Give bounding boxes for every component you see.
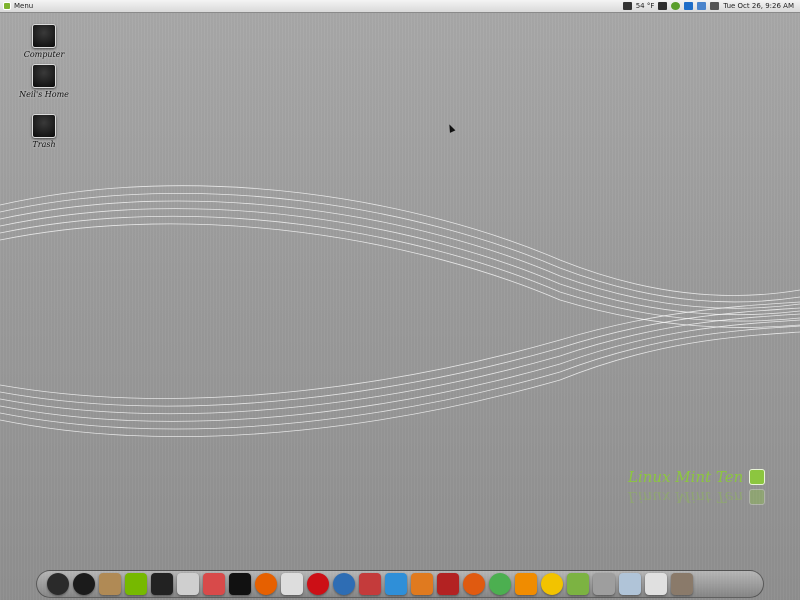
play-icon[interactable] [489,573,511,595]
mint-branding-reflection: Linux Mint Ten [628,488,766,506]
burner-icon[interactable] [463,573,485,595]
dictionary-icon[interactable] [437,573,459,595]
mint-logo-icon [749,469,766,485]
opera-icon[interactable] [307,573,329,595]
mail-icon[interactable] [281,573,303,595]
desktop-icon-home[interactable]: Neil's Home [14,64,74,99]
desktop-icon-label: Trash [32,140,56,149]
nvidia-icon[interactable] [125,573,147,595]
gimp-icon[interactable] [671,573,693,595]
branding-text: Linux Mint Ten [628,468,744,486]
scanner-icon[interactable] [619,573,641,595]
vlc-icon[interactable] [515,573,537,595]
desktop-icon-trash[interactable]: Trash [14,114,74,149]
desktop-icon-label: Neil's Home [19,90,69,99]
screenshot-icon[interactable] [203,573,225,595]
terminal-icon[interactable] [151,573,173,595]
power-icon[interactable] [73,573,95,595]
dock [36,570,764,598]
desktop-icon-computer[interactable]: Computer [14,24,74,59]
speedometer-icon[interactable] [47,573,69,595]
computer-icon [32,24,56,48]
camera-icon[interactable] [645,573,667,595]
drive-icon[interactable] [177,573,199,595]
branding-text-reflection: Linux Mint Ten [628,488,744,506]
home-folder-icon [32,64,56,88]
update-manager-icon[interactable] [359,573,381,595]
calculator-icon[interactable] [593,573,615,595]
mint-logo-reflection-icon [749,489,766,505]
trash-icon [32,114,56,138]
package-installer-icon[interactable] [99,573,121,595]
mint-branding: Linux Mint Ten [628,468,766,486]
desktop-icon-label: Computer [23,50,65,59]
monitor-icon[interactable] [229,573,251,595]
firefox-icon[interactable] [255,573,277,595]
media-player-icon[interactable] [541,573,563,595]
bird-icon[interactable] [385,573,407,595]
wallpaper-waves [0,185,800,437]
thunderbird-icon[interactable] [333,573,355,595]
music-icon[interactable] [567,573,589,595]
bird-orange-icon[interactable] [411,573,433,595]
